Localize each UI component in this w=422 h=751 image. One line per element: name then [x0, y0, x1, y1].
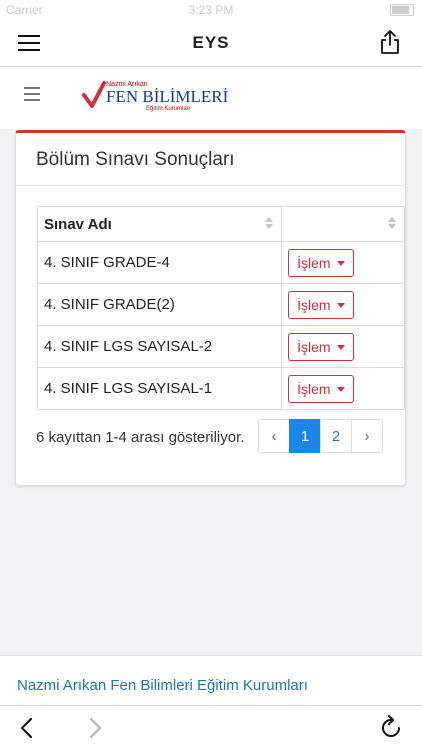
action-dropdown-button[interactable]: İşlem: [288, 374, 354, 403]
caret-down-icon: [336, 261, 345, 267]
table-row: 4. SINIF GRADE(2) İşlem: [36, 283, 405, 326]
browser-toolbar: [0, 705, 422, 751]
pagination-next-button[interactable]: ›: [351, 419, 383, 453]
exam-name-cell: 4. SINIF LGS SAYISAL-1: [36, 367, 283, 410]
results-table: Sınav Adı 4. SINIF GRADE-4 İşlem 4. SINI…: [36, 206, 405, 410]
caret-down-icon: [336, 345, 345, 351]
caret-down-icon: [336, 387, 345, 393]
column-header-label: Sınav Adı: [44, 215, 112, 233]
site-menu-icon[interactable]: [24, 87, 40, 101]
action-cell: İşlem: [281, 283, 405, 326]
table-header-row: Sınav Adı: [36, 206, 405, 242]
action-label: İşlem: [297, 380, 331, 397]
site-footer: Nazmi Arıkan Fen Bilimleri Eğitim Kuruml…: [0, 655, 422, 706]
pagination-page-1[interactable]: 1: [289, 419, 321, 453]
reload-icon[interactable]: [378, 715, 404, 741]
exam-name-cell: 4. SINIF LGS SAYISAL-2: [36, 325, 283, 368]
exam-name-cell: 4. SINIF GRADE-4: [36, 241, 283, 284]
checkmark-icon: [82, 81, 106, 108]
pagination-prev-button[interactable]: ‹: [258, 419, 290, 453]
pagination-info: 6 kayıttan 1-4 arası gösteriliyor.: [36, 429, 245, 446]
table-row: 4. SINIF LGS SAYISAL-2 İşlem: [36, 325, 405, 368]
action-dropdown-button[interactable]: İşlem: [288, 290, 354, 319]
chevron-left-icon[interactable]: [14, 715, 40, 741]
battery-icon: [390, 4, 414, 16]
page-title: EYS: [192, 33, 230, 52]
pagination: ‹ 1 2 ›: [258, 419, 383, 453]
exam-name-cell: 4. SINIF GRADE(2): [36, 283, 283, 326]
action-dropdown-button[interactable]: İşlem: [288, 248, 354, 277]
results-card: Bölüm Sınavı Sonuçları Sınav Adı 4. SINI…: [15, 130, 406, 486]
nav-bar: EYS: [0, 20, 422, 67]
column-header-exam-name[interactable]: Sınav Adı: [36, 206, 283, 242]
pagination-page-2[interactable]: 2: [320, 419, 352, 453]
action-dropdown-button[interactable]: İşlem: [288, 332, 354, 361]
status-bar: Carrier 3:23 PM: [0, 0, 422, 20]
logo-main-text: FEN BİLİMLERİ: [106, 87, 229, 106]
share-icon[interactable]: [378, 29, 402, 55]
action-label: İşlem: [297, 254, 331, 271]
action-cell: İşlem: [281, 325, 405, 368]
column-header-actions[interactable]: [281, 206, 405, 242]
logo[interactable]: Nazmi Arıkan FEN BİLİMLERİ Eğitim Kuruml…: [82, 79, 228, 115]
site-header: Nazmi Arıkan FEN BİLİMLERİ Eğitim Kuruml…: [0, 67, 422, 129]
action-label: İşlem: [297, 338, 331, 355]
card-title: Bölüm Sınavı Sonuçları: [36, 149, 235, 170]
footer-link[interactable]: Nazmi Arıkan Fen Bilimleri Eğitim Kuruml…: [17, 677, 308, 694]
action-cell: İşlem: [281, 367, 405, 410]
action-label: İşlem: [297, 296, 331, 313]
chevron-right-icon[interactable]: [82, 715, 108, 741]
sort-icon[interactable]: [265, 217, 273, 229]
table-row: 4. SINIF LGS SAYISAL-1 İşlem: [36, 367, 405, 410]
caret-down-icon: [336, 303, 345, 309]
card-divider: [16, 185, 405, 186]
clock: 3:23 PM: [188, 3, 234, 17]
table-row: 4. SINIF GRADE-4 İşlem: [36, 241, 405, 284]
logo-sub-text: Eğitim Kurumları: [146, 106, 191, 112]
action-cell: İşlem: [281, 241, 405, 284]
sort-icon[interactable]: [388, 217, 396, 229]
